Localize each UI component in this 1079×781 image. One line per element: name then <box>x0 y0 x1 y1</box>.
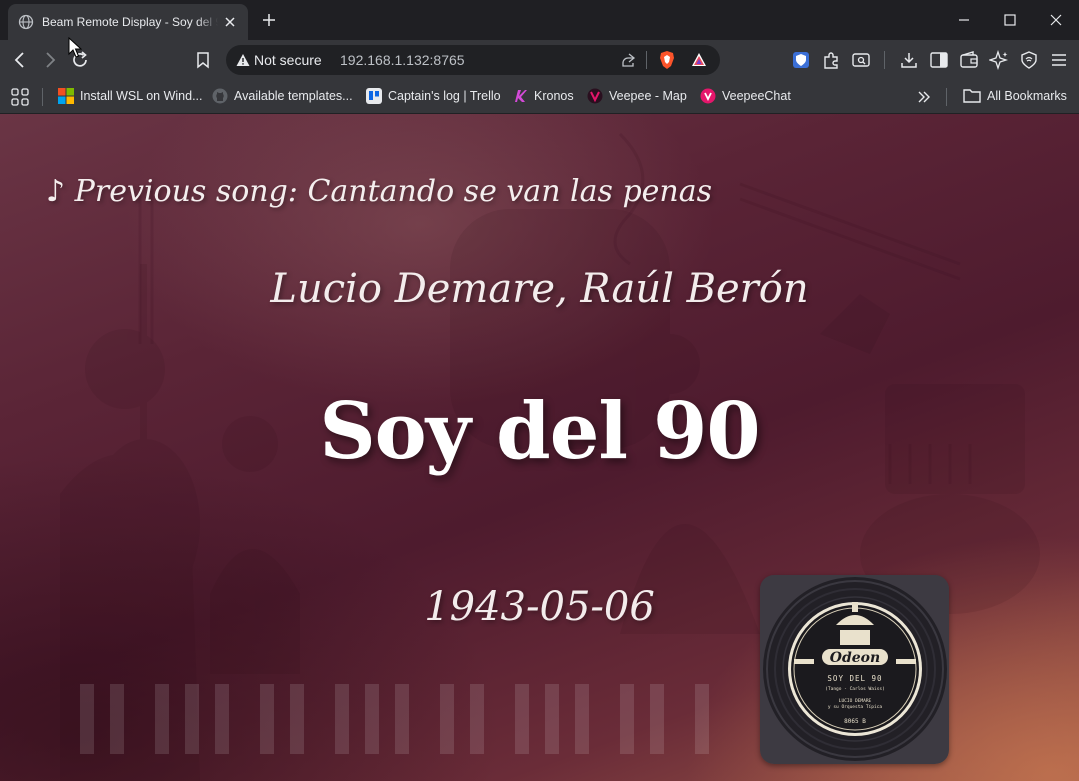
mouse-cursor-icon <box>68 37 82 58</box>
record-catalog: 8065 B <box>844 718 866 725</box>
bookmark-veepeechat[interactable]: VeepeeChat <box>700 87 791 105</box>
all-bookmarks-button[interactable]: All Bookmarks <box>963 87 1067 105</box>
tab-title: Beam Remote Display - Soy del 90 <box>42 15 218 29</box>
toolbar-divider <box>884 51 885 69</box>
microsoft-icon <box>58 88 74 104</box>
menu-icon[interactable] <box>1049 50 1069 70</box>
globe-icon <box>18 14 34 30</box>
close-window-icon[interactable] <box>1046 10 1066 30</box>
minimize-icon[interactable] <box>954 10 974 30</box>
kronos-icon <box>515 90 527 102</box>
address-bar[interactable]: Not secure 192.168.1.132:8765 <box>226 45 720 75</box>
back-icon[interactable] <box>10 50 30 70</box>
github-icon <box>212 88 228 104</box>
artist-name: Lucio Demare, Raúl Berón <box>270 266 809 312</box>
extensions-puzzle-icon[interactable] <box>821 50 841 70</box>
record-orchestra: y su Orquesta Típica <box>828 703 882 710</box>
trello-icon <box>366 88 382 104</box>
bookmark-veepee-map[interactable]: Veepee - Map <box>587 87 687 105</box>
bookmarks-bar: Install WSL on Wind... Available templat… <box>0 80 1079 114</box>
forward-icon[interactable] <box>40 50 60 70</box>
all-bookmarks-label: All Bookmarks <box>987 89 1067 103</box>
brave-shields-icon[interactable] <box>658 50 676 70</box>
title-bar: Beam Remote Display - Soy del 90 <box>0 0 1079 40</box>
record-genre: (Tango - Carlos Waiss) <box>825 686 885 692</box>
bookmark-label: Available templates... <box>234 89 353 103</box>
sidebar-icon[interactable] <box>929 50 949 70</box>
bookmark-kronos[interactable]: Kronos <box>512 87 574 105</box>
bookmark-label: Captain's log | Trello <box>388 89 501 103</box>
bookmark-label: Install WSL on Wind... <box>80 89 203 103</box>
bookmark-install-wsl[interactable]: Install WSL on Wind... <box>58 87 203 105</box>
apps-grid-icon[interactable] <box>11 88 29 106</box>
bookmarks-divider <box>42 88 43 106</box>
remote-display-page: ♪ Previous song: Cantando se van las pen… <box>0 114 1079 781</box>
close-tab-icon[interactable] <box>222 14 238 30</box>
bookmark-captains-log[interactable]: Captain's log | Trello <box>366 87 501 105</box>
veepee-icon <box>587 88 603 104</box>
bookmark-available-templates[interactable]: Available templates... <box>212 87 353 105</box>
song-title: Soy del 90 <box>319 386 760 477</box>
brave-rewards-icon[interactable] <box>690 51 708 69</box>
previous-song: ♪ Previous song: Cantando se van las pen… <box>46 174 713 209</box>
tab-search-icon[interactable] <box>851 50 871 70</box>
active-tab[interactable]: Beam Remote Display - Soy del 90 <box>8 4 248 40</box>
bookmarks-divider <box>946 88 947 106</box>
extension-shield-icon[interactable] <box>791 50 811 70</box>
omnibox-divider <box>646 51 647 69</box>
browser-toolbar: Not secure 192.168.1.132:8765 <box>0 40 1079 80</box>
maximize-icon[interactable] <box>1000 10 1020 30</box>
record-label-image: Odeon SOY DEL 90 (Tango - Carlos Waiss) … <box>760 575 949 764</box>
vpn-icon[interactable] <box>1019 50 1039 70</box>
wallet-icon[interactable] <box>959 50 979 70</box>
veepee-chat-icon <box>700 88 716 104</box>
more-bookmarks-icon[interactable] <box>916 89 932 105</box>
bookmark-label: Kronos <box>534 89 574 103</box>
bookmark-label: Veepee - Map <box>609 89 687 103</box>
bookmark-label: VeepeeChat <box>722 89 791 103</box>
warning-icon[interactable] <box>236 53 250 67</box>
downloads-icon[interactable] <box>899 50 919 70</box>
leo-ai-icon[interactable] <box>989 50 1009 70</box>
record-song: SOY DEL 90 <box>827 674 882 683</box>
bookmark-page-icon[interactable] <box>193 50 213 70</box>
url-text[interactable]: 192.168.1.132:8765 <box>340 52 465 68</box>
record-brand: Odeon <box>830 650 880 666</box>
share-icon[interactable] <box>620 52 636 68</box>
security-status[interactable]: Not secure <box>254 52 322 68</box>
record-performer: LUCIO DEMARE <box>839 698 872 704</box>
new-tab-icon[interactable] <box>259 10 279 30</box>
folder-icon <box>963 89 981 103</box>
